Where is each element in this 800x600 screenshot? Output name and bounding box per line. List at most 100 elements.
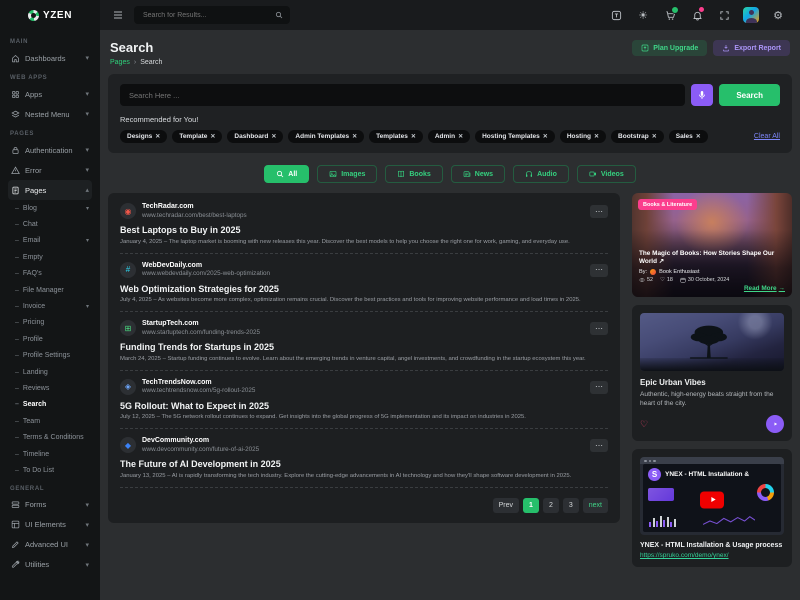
topbar-search-input[interactable] [141,11,269,20]
site-name[interactable]: TechRadar.com [142,203,247,210]
site-name[interactable]: StartupTech.com [142,320,260,327]
tag-admin-templates[interactable]: Admin Templates✕ [288,130,364,143]
tag-dashboard[interactable]: Dashboard✕ [227,130,283,143]
tag-sales[interactable]: Sales✕ [669,130,708,143]
site-url[interactable]: www.techtrendsnow.com/5g-rollout-2025 [142,387,255,394]
result-options-button[interactable]: ⋯ [590,322,608,335]
brand-logo[interactable]: YZEN [0,0,100,30]
close-icon[interactable]: ✕ [352,133,357,140]
sidebar-item-pages[interactable]: Pages ▴ [8,180,92,200]
tag-designs[interactable]: Designs✕ [120,130,167,143]
sidebar-subitem-reviews[interactable]: –Reviews [15,380,92,396]
tag-templates[interactable]: Templates✕ [369,130,423,143]
result-title[interactable]: The Future of AI Development in 2025 [120,459,608,469]
user-avatar[interactable] [741,5,761,25]
result-title[interactable]: 5G Rollout: What to Expect in 2025 [120,401,608,411]
featured-article-card[interactable]: Books & Literature The Magic of Books: H… [632,193,792,297]
youtube-play-button[interactable] [700,491,724,508]
result-options-button[interactable]: ⋯ [590,439,608,452]
pagination-prev[interactable]: Prev [493,498,519,513]
close-icon[interactable]: ✕ [543,133,548,140]
breadcrumb-parent[interactable]: Pages [110,59,130,66]
sidebar-subitem-chat[interactable]: –Chat [15,216,92,232]
share-icon[interactable]: ↗ [659,258,664,265]
sidebar-subitem-terms[interactable]: –Terms & Conditions [15,429,92,445]
cart-icon[interactable] [660,5,680,25]
author-name[interactable]: Book Enthusiast [659,269,699,275]
close-icon[interactable]: ✕ [594,133,599,140]
pagination-page-1[interactable]: 1 [523,498,539,513]
fullscreen-icon[interactable] [714,5,734,25]
close-icon[interactable]: ✕ [458,133,463,140]
tag-bootstrap[interactable]: Bootstrap✕ [611,130,664,143]
sidebar-subitem-empty[interactable]: –Empty [15,249,92,265]
read-more-link[interactable]: Read More→ [744,285,785,292]
hamburger-menu-icon[interactable] [112,9,124,21]
theme-toggle-icon[interactable]: ☀ [633,5,653,25]
sidebar-item-forms[interactable]: Forms ▾ [8,495,92,515]
sidebar-subitem-blog[interactable]: –Blog▾ [15,200,92,216]
tag-hosting[interactable]: Hosting✕ [560,130,606,143]
plan-upgrade-button[interactable]: Plan Upgrade [632,40,707,56]
pagination-page-2[interactable]: 2 [543,498,559,513]
sidebar-item-apps[interactable]: Apps ▾ [8,84,92,104]
filter-audio[interactable]: Audio [513,165,569,183]
site-url[interactable]: www.devcommunity.com/future-of-ai-2025 [142,446,259,453]
sidebar-subitem-profile[interactable]: –Profile [15,331,92,347]
sidebar-subitem-pricing[interactable]: –Pricing [15,315,92,331]
filter-videos[interactable]: Videos [577,165,636,183]
sidebar-subitem-timeline[interactable]: –Timeline [15,446,92,462]
search-icon[interactable] [275,11,283,19]
settings-gear-icon[interactable]: ⚙ [768,5,788,25]
video-thumbnail[interactable]: S YNEX - HTML Installation & [640,457,784,535]
sidebar-item-error[interactable]: Error ▾ [8,160,92,180]
sidebar-subitem-email[interactable]: –Email▾ [15,233,92,249]
result-title[interactable]: Web Optimization Strategies for 2025 [120,284,608,294]
tag-admin[interactable]: Admin✕ [428,130,470,143]
filter-books[interactable]: Books [385,165,442,183]
sidebar-item-authentication[interactable]: Authentication ▾ [8,140,92,160]
video-link[interactable]: https://spruko.com/demo/ynex/ [640,552,784,559]
result-title[interactable]: Funding Trends for Startups in 2025 [120,342,608,352]
site-name[interactable]: TechTrendsNow.com [142,379,255,386]
language-icon[interactable] [606,5,626,25]
sidebar-subitem-faqs[interactable]: –FAQ's [15,266,92,282]
sidebar-item-dashboards[interactable]: Dashboards ▾ [8,48,92,68]
close-icon[interactable]: ✕ [155,133,160,140]
sidebar-item-ui-elements[interactable]: UI Elements ▾ [8,515,92,535]
site-name[interactable]: WebDevDaily.com [142,262,270,269]
voice-search-button[interactable] [691,84,713,106]
export-report-button[interactable]: Export Report [713,40,790,56]
filter-news[interactable]: News [451,165,505,183]
site-url[interactable]: www.techradar.com/best/best-laptops [142,212,247,219]
close-icon[interactable]: ✕ [210,133,215,140]
search-button[interactable]: Search [719,84,780,106]
sidebar-subitem-file-manager[interactable]: –File Manager [15,282,92,298]
sidebar-subitem-invoice[interactable]: –Invoice▾ [15,298,92,314]
notifications-icon[interactable] [687,5,707,25]
pagination-page-3[interactable]: 3 [563,498,579,513]
result-options-button[interactable]: ⋯ [590,381,608,394]
sidebar-item-nested-menu[interactable]: Nested Menu ▾ [8,104,92,124]
filter-all[interactable]: All [264,165,309,183]
result-options-button[interactable]: ⋯ [590,205,608,218]
sidebar-subitem-profile-settings[interactable]: –Profile Settings [15,348,92,364]
sidebar-subitem-team[interactable]: –Team [15,413,92,429]
sidebar-subitem-landing[interactable]: –Landing [15,364,92,380]
result-options-button[interactable]: ⋯ [590,264,608,277]
tag-template[interactable]: Template✕ [172,130,222,143]
sidebar-item-advanced-ui[interactable]: Advanced UI ▾ [8,535,92,555]
sidebar-subitem-search[interactable]: –Search [15,397,92,413]
site-url[interactable]: www.webdevdaily.com/2025-web-optimizatio… [142,270,270,277]
close-icon[interactable]: ✕ [652,133,657,140]
search-input[interactable] [120,84,685,106]
filter-images[interactable]: Images [317,165,377,183]
close-icon[interactable]: ✕ [411,133,416,140]
tag-hosting-templates[interactable]: Hosting Templates✕ [475,130,555,143]
close-icon[interactable]: ✕ [696,133,701,140]
site-name[interactable]: DevCommunity.com [142,437,259,444]
close-icon[interactable]: ✕ [271,133,276,140]
pagination-next[interactable]: next [583,498,608,513]
play-track-button[interactable] [766,415,784,433]
clear-all-link[interactable]: Clear All [754,133,780,140]
